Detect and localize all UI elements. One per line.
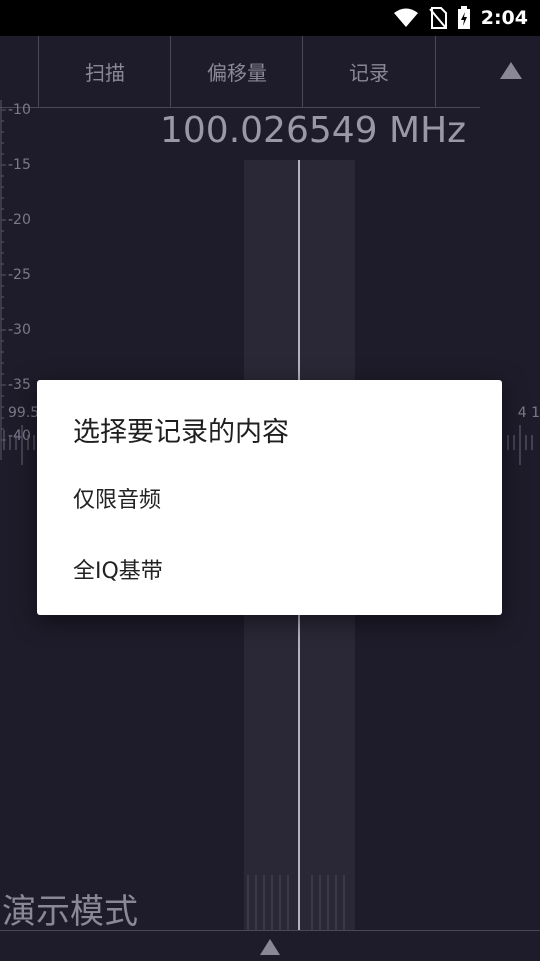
record-dialog: 选择要记录的内容 仅限音频 全IQ基带 bbox=[37, 380, 502, 615]
demo-mode-label: 演示模式 bbox=[2, 892, 138, 932]
option-full-iq-baseband[interactable]: 全IQ基带 bbox=[73, 553, 473, 585]
tab-scan[interactable]: 扫描 bbox=[38, 36, 171, 107]
scale-label: -10 bbox=[8, 102, 31, 118]
option-audio-only[interactable]: 仅限音频 bbox=[73, 482, 473, 514]
frequency-readout: 100.026549 MHz bbox=[160, 110, 467, 151]
status-icons: 2:04 bbox=[393, 0, 528, 36]
scale-label: -25 bbox=[8, 267, 31, 283]
toolbar: 扫描 偏移量 记录 bbox=[0, 36, 480, 108]
scale-label: -30 bbox=[8, 322, 31, 338]
dialog-title: 选择要记录的内容 bbox=[73, 417, 289, 448]
no-sim-icon bbox=[428, 7, 447, 29]
clock: 2:04 bbox=[480, 7, 528, 29]
wifi-icon bbox=[393, 8, 418, 27]
scale-label: -20 bbox=[8, 212, 31, 228]
axis-right-label: 4 1 bbox=[517, 405, 540, 421]
axis-left-label: 99.5 bbox=[8, 405, 40, 421]
battery-charging-icon bbox=[457, 6, 470, 29]
waterfall-ticks bbox=[247, 875, 345, 930]
expand-bottom-icon[interactable] bbox=[260, 939, 280, 955]
expand-up-icon[interactable] bbox=[500, 62, 522, 79]
tab-offset[interactable]: 偏移量 bbox=[170, 36, 303, 107]
tab-record[interactable]: 记录 bbox=[302, 36, 436, 107]
scale-label: -35 bbox=[8, 377, 31, 393]
scale-label: -15 bbox=[8, 157, 31, 173]
status-bar: 2:04 bbox=[0, 0, 540, 36]
